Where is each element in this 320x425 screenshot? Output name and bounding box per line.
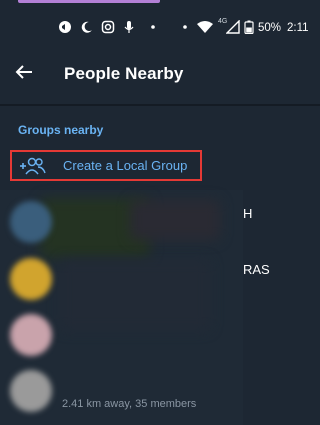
avatar bbox=[10, 258, 52, 300]
page-title: People Nearby bbox=[64, 64, 184, 83]
battery-icon bbox=[244, 20, 254, 34]
battery-percent: 50% bbox=[258, 22, 282, 34]
avatar bbox=[10, 201, 52, 243]
instagram-icon bbox=[101, 20, 115, 34]
clock: 2:11 bbox=[287, 22, 309, 34]
add-group-icon bbox=[20, 157, 46, 175]
group-list-item[interactable]: RAS bbox=[0, 252, 320, 308]
dot-icon bbox=[183, 25, 187, 29]
top-accent-bar bbox=[18, 0, 160, 3]
group-list-item[interactable] bbox=[0, 308, 320, 364]
signal-icon bbox=[226, 20, 240, 34]
avatar bbox=[10, 314, 52, 356]
create-local-group-button[interactable]: Create a Local Group bbox=[10, 150, 202, 181]
wifi-icon bbox=[197, 21, 213, 33]
create-local-group-label: Create a Local Group bbox=[63, 158, 188, 173]
header-divider bbox=[0, 104, 320, 106]
back-arrow-icon[interactable] bbox=[10, 58, 38, 86]
group-list-item[interactable]: H bbox=[0, 195, 320, 251]
group-list-item[interactable] bbox=[0, 364, 320, 420]
avatar bbox=[10, 370, 52, 412]
notification-icon bbox=[59, 21, 71, 33]
group-distance-members: 2.41 km away, 35 members bbox=[62, 398, 197, 410]
group-name: H bbox=[243, 206, 253, 221]
microphone-icon bbox=[124, 21, 134, 33]
group-name: RAS bbox=[243, 262, 270, 277]
groups-nearby-header: Groups nearby bbox=[18, 123, 104, 137]
moon-icon bbox=[81, 21, 92, 33]
status-bar: 4G 50% 2:11 bbox=[0, 14, 320, 42]
dot-icon bbox=[151, 25, 155, 29]
app-bar: People Nearby bbox=[0, 42, 320, 102]
